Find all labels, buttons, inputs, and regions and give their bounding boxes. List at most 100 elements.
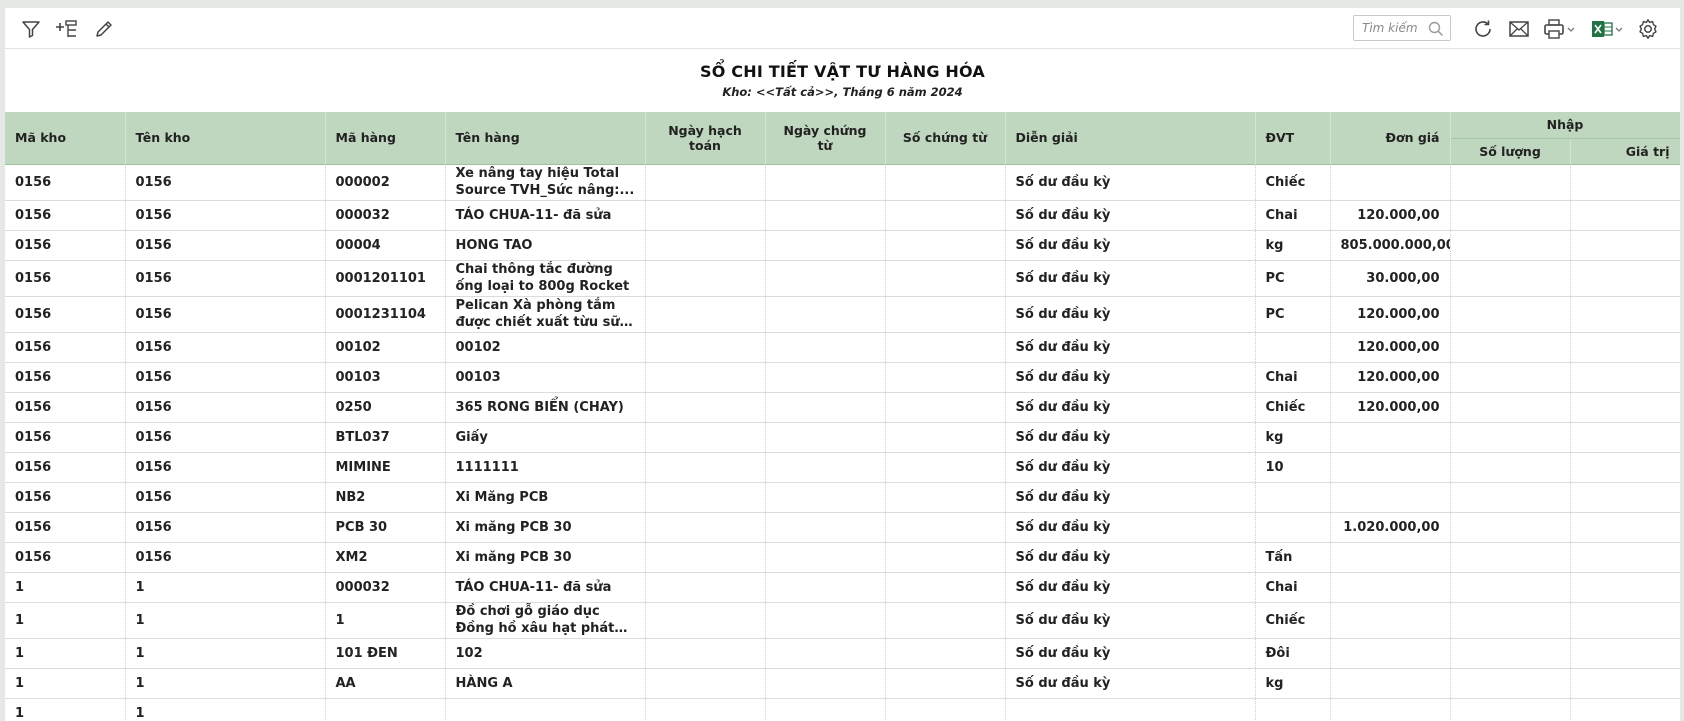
cell-ngay-hach-toan[interactable]	[645, 452, 766, 483]
cell-ten-kho[interactable]: 0156	[125, 452, 326, 483]
cell-ten-kho[interactable]: 0156	[125, 482, 326, 513]
cell-gia-tri[interactable]	[1570, 452, 1680, 483]
refresh-icon[interactable]	[1470, 16, 1496, 42]
cell-gia-tri[interactable]	[1570, 422, 1680, 453]
cell-ma-kho[interactable]: 0156	[5, 260, 126, 297]
cell-so-luong[interactable]	[1450, 260, 1571, 297]
cell-don-gia[interactable]	[1330, 482, 1451, 513]
table-row[interactable]: 0156 0156 0001201101 Chai thông tắc đường ố…	[5, 260, 1680, 297]
cell-so-chung-tu[interactable]	[885, 422, 1006, 453]
col-header-dien-giai[interactable]: Diễn giải	[1005, 112, 1256, 164]
cell-so-chung-tu[interactable]	[885, 230, 1006, 261]
cell-ma-kho[interactable]: 0156	[5, 542, 126, 573]
cell-ma-hang[interactable]	[325, 698, 446, 721]
cell-so-luong[interactable]	[1450, 200, 1571, 231]
cell-ngay-hach-toan[interactable]	[645, 164, 766, 201]
cell-ten-hang[interactable]: TÁO CHUA-11- đã sửa	[445, 572, 646, 603]
cell-ten-hang[interactable]: HÀNG A	[445, 668, 646, 699]
cell-ten-hang[interactable]: 00103	[445, 362, 646, 393]
cell-ma-kho[interactable]: 0156	[5, 332, 126, 363]
cell-ten-hang[interactable]: Pelican Xà phòng tắm được chiết xuất từu…	[445, 296, 646, 333]
cell-ma-hang[interactable]: 00103	[325, 362, 446, 393]
cell-dvt[interactable]: Chiếc	[1255, 164, 1331, 201]
cell-don-gia[interactable]	[1330, 164, 1451, 201]
cell-gia-tri[interactable]	[1570, 668, 1680, 699]
col-header-gia-tri[interactable]: Giá trị	[1570, 138, 1680, 164]
cell-ngay-chung-tu[interactable]	[765, 572, 886, 603]
col-header-so-luong[interactable]: Số lượng	[1450, 138, 1571, 164]
cell-ten-kho[interactable]: 0156	[125, 422, 326, 453]
cell-ngay-hach-toan[interactable]	[645, 638, 766, 669]
cell-gia-tri[interactable]	[1570, 572, 1680, 603]
table-row[interactable]: 0156 0156 BTL037 Giấy Số dư đầu kỳ kg	[5, 422, 1680, 453]
cell-dvt[interactable]: Chai	[1255, 362, 1331, 393]
col-header-ten-hang[interactable]: Tên hàng	[445, 112, 646, 164]
cell-ngay-chung-tu[interactable]	[765, 638, 886, 669]
cell-dvt[interactable]: Chiếc	[1255, 392, 1331, 423]
table-row[interactable]: 0156 0156 00102 00102 Số dư đầu kỳ 120.000,00	[5, 332, 1680, 363]
cell-ngay-chung-tu[interactable]	[765, 332, 886, 363]
cell-ma-hang[interactable]: NB2	[325, 482, 446, 513]
cell-so-chung-tu[interactable]	[885, 452, 1006, 483]
cell-ten-hang[interactable]: 102	[445, 638, 646, 669]
cell-ten-hang[interactable]: TÁO CHUA-11- đã sửa	[445, 200, 646, 231]
settings-icon[interactable]	[1635, 16, 1661, 42]
cell-ten-hang[interactable]: Xi Măng PCB	[445, 482, 646, 513]
cell-ten-kho[interactable]: 0156	[125, 392, 326, 423]
cell-dien-giai[interactable]	[1005, 698, 1256, 721]
cell-so-luong[interactable]	[1450, 362, 1571, 393]
table-row[interactable]: 0156 0156 00103 00103 Số dư đầu kỳ Chai 120.00…	[5, 362, 1680, 393]
cell-ten-kho[interactable]: 0156	[125, 296, 326, 333]
cell-so-luong[interactable]	[1450, 668, 1571, 699]
table-row[interactable]: 1 1 000032 TÁO CHUA-11- đã sửa Số dư đầu kỳ C…	[5, 572, 1680, 603]
cell-so-chung-tu[interactable]	[885, 332, 1006, 363]
cell-ma-kho[interactable]: 1	[5, 602, 126, 639]
cell-so-luong[interactable]	[1450, 698, 1571, 721]
cell-so-chung-tu[interactable]	[885, 200, 1006, 231]
cell-ngay-hach-toan[interactable]	[645, 482, 766, 513]
cell-ma-kho[interactable]: 1	[5, 638, 126, 669]
cell-don-gia[interactable]: 1.020.000,00	[1330, 512, 1451, 543]
cell-ma-kho[interactable]: 1	[5, 572, 126, 603]
cell-gia-tri[interactable]	[1570, 392, 1680, 423]
cell-don-gia[interactable]	[1330, 668, 1451, 699]
cell-ma-hang[interactable]: 00004	[325, 230, 446, 261]
cell-ngay-chung-tu[interactable]	[765, 200, 886, 231]
cell-so-luong[interactable]	[1450, 602, 1571, 639]
cell-so-luong[interactable]	[1450, 230, 1571, 261]
cell-dien-giai[interactable]: Số dư đầu kỳ	[1005, 512, 1256, 543]
cell-ngay-chung-tu[interactable]	[765, 512, 886, 543]
table-row[interactable]: 0156 0156 PCB 30 Xi măng PCB 30 Số dư đầu kỳ…	[5, 512, 1680, 543]
add-list-icon[interactable]	[54, 16, 80, 42]
table-row[interactable]: 0156 0156 MIMINE 1111111 Số dư đầu kỳ 10	[5, 452, 1680, 483]
cell-ten-hang[interactable]	[445, 698, 646, 721]
cell-so-luong[interactable]	[1450, 296, 1571, 333]
cell-dien-giai[interactable]: Số dư đầu kỳ	[1005, 638, 1256, 669]
cell-dvt[interactable]: Chai	[1255, 200, 1331, 231]
excel-icon[interactable]	[1589, 16, 1625, 42]
cell-dien-giai[interactable]: Số dư đầu kỳ	[1005, 482, 1256, 513]
cell-dvt[interactable]: PC	[1255, 260, 1331, 297]
cell-dvt[interactable]: 10	[1255, 452, 1331, 483]
cell-dien-giai[interactable]: Số dư đầu kỳ	[1005, 332, 1256, 363]
cell-ma-kho[interactable]: 0156	[5, 512, 126, 543]
edit-icon[interactable]	[91, 16, 117, 42]
col-header-ma-kho[interactable]: Mã kho	[5, 112, 126, 164]
cell-ten-kho[interactable]: 0156	[125, 542, 326, 573]
cell-so-luong[interactable]	[1450, 452, 1571, 483]
cell-so-chung-tu[interactable]	[885, 602, 1006, 639]
cell-so-luong[interactable]	[1450, 422, 1571, 453]
cell-so-luong[interactable]	[1450, 512, 1571, 543]
mail-icon[interactable]	[1506, 16, 1532, 42]
cell-ten-kho[interactable]: 0156	[125, 164, 326, 201]
cell-dvt[interactable]	[1255, 482, 1331, 513]
search-box[interactable]	[1353, 15, 1451, 41]
table-row[interactable]: 0156 0156 0001231104 Pelican Xà phòng tắm đ…	[5, 296, 1680, 333]
cell-dien-giai[interactable]: Số dư đầu kỳ	[1005, 200, 1256, 231]
cell-ten-kho[interactable]: 1	[125, 638, 326, 669]
cell-ten-hang[interactable]: Chai thông tắc đường ống loại to 800g Ro…	[445, 260, 646, 297]
cell-dien-giai[interactable]: Số dư đầu kỳ	[1005, 572, 1256, 603]
cell-so-chung-tu[interactable]	[885, 296, 1006, 333]
cell-ma-hang[interactable]: 1	[325, 602, 446, 639]
cell-gia-tri[interactable]	[1570, 332, 1680, 363]
